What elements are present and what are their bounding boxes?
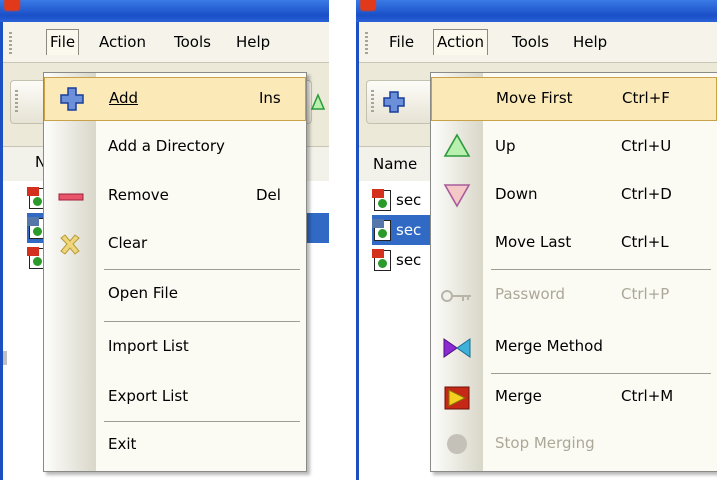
up-triangle-icon	[443, 133, 471, 157]
list-item-name: sec	[396, 251, 422, 269]
menu-item-label: Open File	[108, 284, 178, 302]
down-triangle-icon	[443, 184, 471, 208]
menu-item-import-list[interactable]: Import List	[44, 326, 306, 370]
menu-item-merge[interactable]: Merge Ctrl+M	[431, 376, 717, 420]
menu-item-shortcut: Ctrl+M	[621, 387, 674, 405]
clear-x-icon	[60, 234, 80, 255]
menu-item-label: Stop Merging	[495, 434, 595, 452]
menu-action[interactable]: Action	[433, 29, 488, 55]
toolbar-grip[interactable]	[371, 90, 374, 112]
menubar-grip[interactable]	[365, 32, 368, 54]
menu-help[interactable]: Help	[233, 29, 273, 55]
menu-item-shortcut: Ctrl+L	[621, 233, 669, 251]
menu-item-up[interactable]: Up Ctrl+U	[431, 126, 717, 170]
menubar-grip[interactable]	[9, 32, 12, 54]
menu-bar: File Action Tools Help	[3, 22, 329, 63]
app-logo-icon	[360, 0, 376, 11]
title-bar	[356, 0, 717, 22]
list-item-name: sec	[396, 221, 422, 239]
menu-separator	[491, 373, 711, 374]
menu-action[interactable]: Action	[96, 29, 149, 55]
menu-tools[interactable]: Tools	[509, 29, 552, 55]
key-icon	[441, 290, 471, 302]
menu-separator	[104, 421, 300, 422]
menu-tools[interactable]: Tools	[171, 29, 214, 55]
menu-separator	[104, 321, 300, 322]
menu-item-label: Move First	[496, 89, 573, 107]
menu-item-merge-method[interactable]: Merge Method	[431, 326, 717, 370]
name-column-header[interactable]: Name	[373, 155, 417, 173]
menu-separator	[491, 269, 711, 270]
menu-item-label: Import List	[108, 337, 189, 355]
menu-item-export-list[interactable]: Export List	[44, 376, 306, 420]
menu-item-open-file[interactable]: Open File	[44, 273, 306, 317]
menu-item-add-directory[interactable]: Add a Directory	[44, 126, 306, 170]
menu-item-label: Merge Method	[495, 337, 603, 355]
menu-bar: File Action Tools Help	[359, 22, 717, 63]
menu-item-stop-merging[interactable]: Stop Merging	[431, 423, 717, 467]
menu-item-move-first[interactable]: Move First Ctrl+F	[431, 77, 717, 121]
menu-item-label: Clear	[108, 234, 148, 252]
menu-item-label: Up	[495, 137, 516, 155]
menu-item-shortcut: Ins	[259, 89, 281, 107]
pdf-file-icon	[372, 249, 392, 271]
menu-item-label: Exit	[108, 435, 137, 453]
menu-item-down[interactable]: Down Ctrl+D	[431, 174, 717, 218]
stop-circle-icon	[447, 434, 467, 454]
menu-item-label: Down	[495, 185, 538, 203]
left-app-window: File Action Tools Help Name Add Ins	[0, 0, 329, 480]
menu-item-move-last[interactable]: Move Last Ctrl+L	[431, 222, 717, 266]
list-item-name: sec	[396, 191, 422, 209]
plus-icon	[60, 87, 84, 111]
menu-item-exit[interactable]: Exit	[44, 424, 306, 468]
menu-item-label: Remove	[108, 186, 169, 204]
menu-item-clear[interactable]: Clear	[44, 223, 306, 267]
resize-handle[interactable]	[3, 351, 7, 365]
app-logo-icon	[4, 0, 20, 11]
toolbar-grip[interactable]	[15, 90, 18, 112]
menu-item-label: Add	[109, 89, 139, 107]
menu-item-label: Move Last	[495, 233, 572, 251]
menu-item-add[interactable]: Add Ins	[44, 77, 306, 121]
menu-separator	[104, 269, 300, 270]
menu-item-password[interactable]: Password Ctrl+P	[431, 274, 717, 318]
menu-item-shortcut: Ctrl+U	[621, 137, 672, 155]
menu-item-shortcut: Ctrl+F	[622, 89, 670, 107]
menu-item-label: Add a Directory	[108, 137, 225, 155]
menu-help[interactable]: Help	[570, 29, 610, 55]
bowtie-icon	[443, 338, 471, 358]
action-menu-dropdown: Move First Ctrl+F Up Ctrl+U Down Ctrl+D …	[430, 72, 717, 472]
right-app-window: File Action Tools Help Name d sec sec se…	[356, 0, 717, 480]
title-bar	[0, 0, 329, 22]
menu-item-label: Password	[495, 285, 566, 303]
merge-icon	[444, 386, 470, 410]
file-menu-dropdown: Add Ins Add a Directory Remove Del Clear…	[43, 72, 307, 472]
menu-item-label: Export List	[108, 387, 189, 405]
pdf-file-icon	[372, 189, 392, 211]
minus-icon	[58, 193, 84, 201]
menu-file[interactable]: File	[46, 29, 80, 55]
plus-icon[interactable]	[383, 91, 405, 113]
menu-item-shortcut: Ctrl+D	[621, 185, 672, 203]
pdf-file-icon	[372, 219, 392, 241]
menu-item-shortcut: Del	[256, 186, 281, 204]
menu-item-label: Merge	[495, 387, 542, 405]
up-triangle-icon[interactable]	[311, 93, 325, 111]
menu-file[interactable]: File	[386, 29, 417, 55]
menu-item-remove[interactable]: Remove Del	[44, 175, 306, 219]
menu-item-shortcut: Ctrl+P	[621, 285, 670, 303]
